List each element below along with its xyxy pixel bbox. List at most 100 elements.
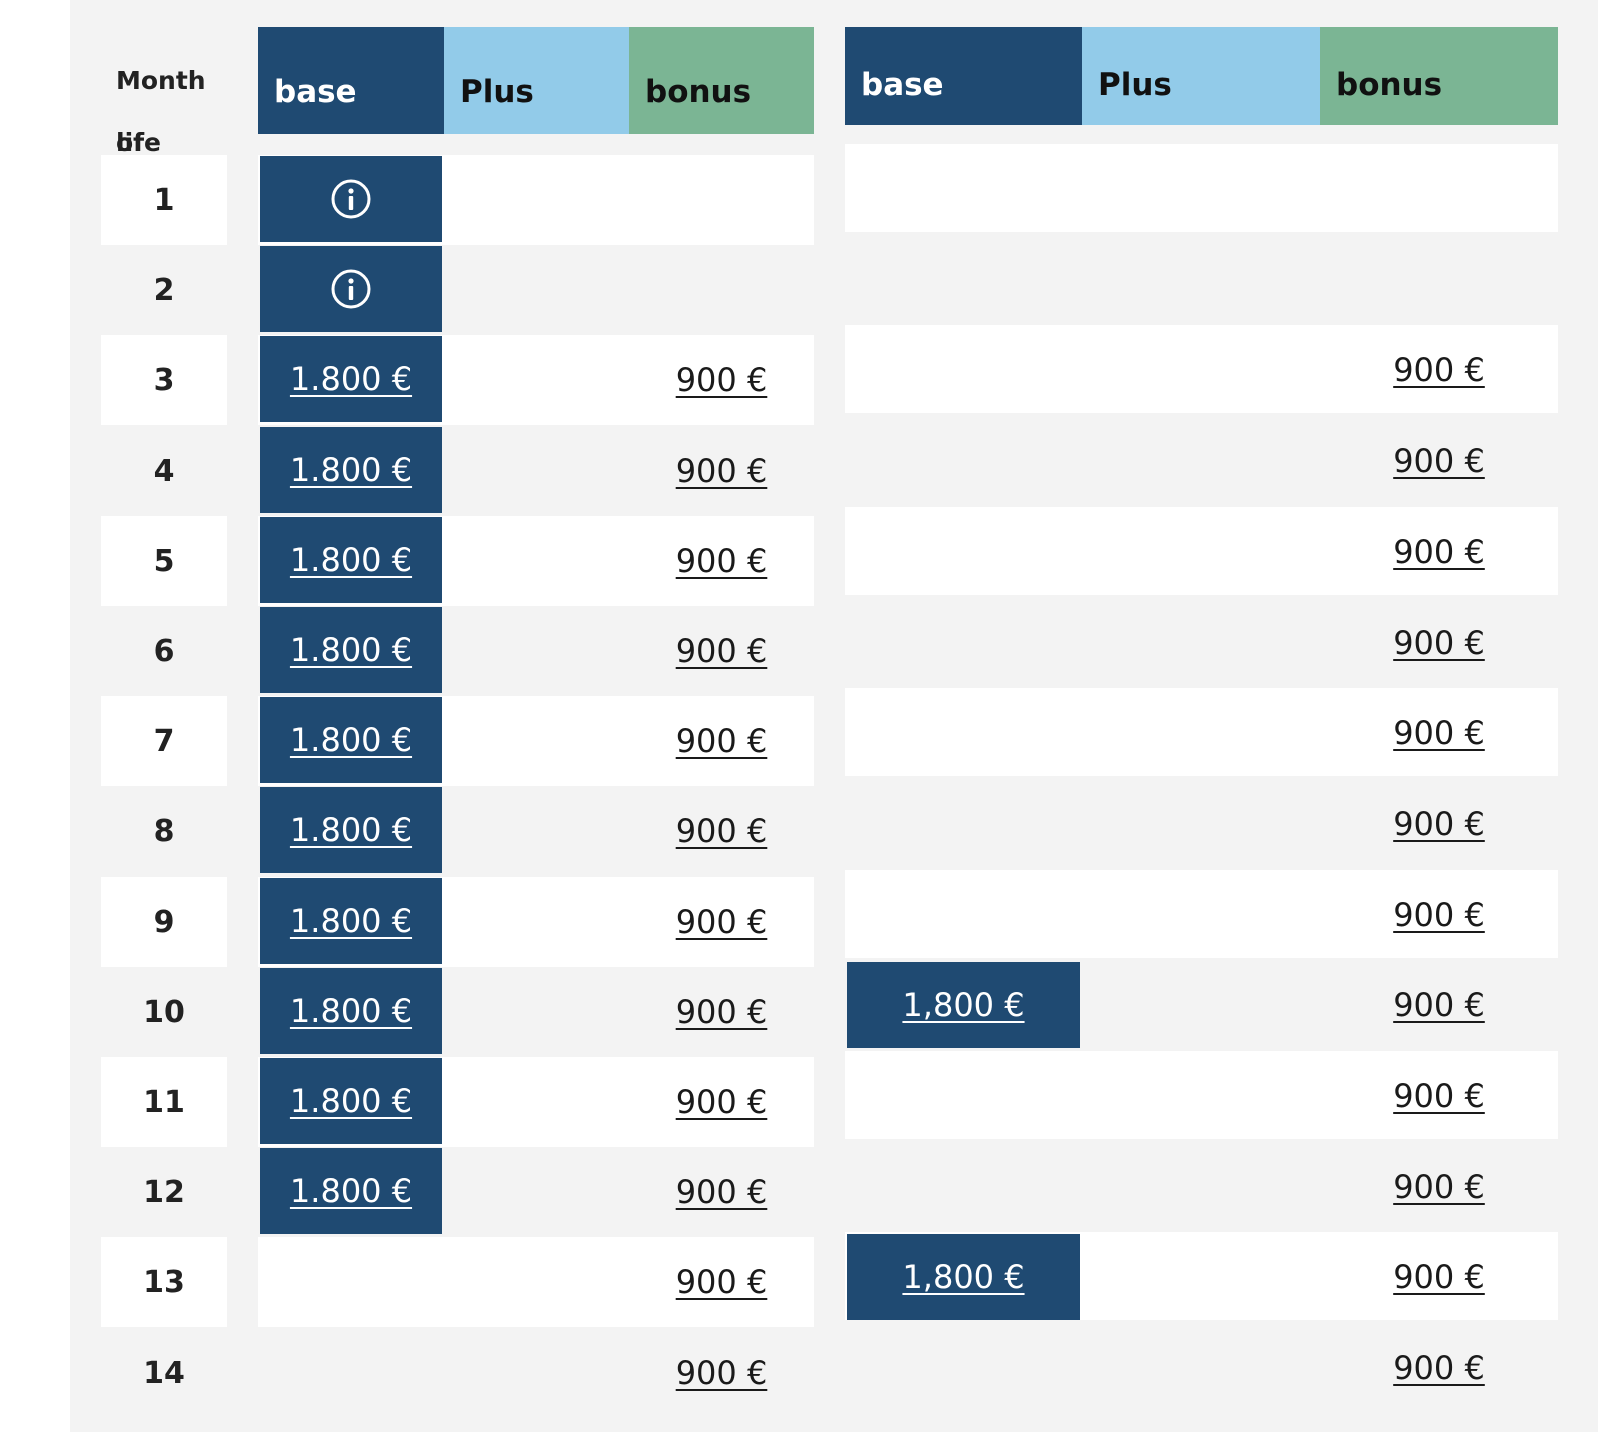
- bonus-amount-link[interactable]: 900 €: [1393, 442, 1485, 480]
- left-header-plus: Plus: [444, 27, 629, 134]
- month-number: 6: [153, 633, 175, 669]
- month-number: 10: [143, 994, 185, 1030]
- base-amount-link[interactable]: 1.800 €: [290, 451, 412, 489]
- left-base-cell: 1.800 €: [260, 878, 442, 964]
- info-icon[interactable]: [330, 178, 372, 220]
- left-base-cell: [260, 246, 442, 332]
- left-bonus-cell: 900 €: [629, 877, 814, 967]
- bonus-amount-link[interactable]: 900 €: [676, 1354, 768, 1392]
- month-cell-2: 2: [101, 245, 227, 335]
- month-number: 2: [153, 272, 175, 308]
- month-number: 5: [153, 543, 175, 579]
- bonus-amount-link[interactable]: 900 €: [676, 903, 768, 941]
- bonus-amount-link[interactable]: 900 €: [1393, 624, 1485, 662]
- month-number: 4: [153, 453, 175, 489]
- bonus-amount-link[interactable]: 900 €: [1393, 986, 1485, 1024]
- bonus-amount-link[interactable]: 900 €: [1393, 351, 1485, 389]
- month-number: 12: [143, 1174, 185, 1210]
- base-amount-link[interactable]: 1.800 €: [290, 1082, 412, 1120]
- right-bonus-cell: 900 €: [1320, 598, 1558, 688]
- month-number: 8: [153, 813, 175, 849]
- right-bonus-cell: 900 €: [1320, 325, 1558, 415]
- left-bonus-cell: 900 €: [629, 516, 814, 606]
- base-amount-link[interactable]: 1.800 €: [290, 1172, 412, 1210]
- left-bonus-cell: 900 €: [629, 335, 814, 425]
- info-icon[interactable]: [330, 268, 372, 310]
- month-cell-8: 8: [101, 786, 227, 876]
- page: Month of life base Plus bonus base Plus …: [0, 0, 1598, 1432]
- right-bonus-cell: 900 €: [1320, 1051, 1558, 1141]
- left-base-cell: 1.800 €: [260, 787, 442, 873]
- right-header-bonus-label: bonus: [1336, 67, 1443, 103]
- bonus-amount-link[interactable]: 900 €: [1393, 1349, 1485, 1387]
- right-bonus-cell: 900 €: [1320, 870, 1558, 960]
- month-cell-12: 12: [101, 1147, 227, 1237]
- bonus-amount-link[interactable]: 900 €: [1393, 1258, 1485, 1296]
- right-header-plus: Plus: [1082, 27, 1320, 125]
- base-amount-link[interactable]: 1.800 €: [290, 541, 412, 579]
- left-header-plus-label: Plus: [460, 73, 534, 110]
- bonus-amount-link[interactable]: 900 €: [1393, 714, 1485, 752]
- right-base-cell: 1,800 €: [847, 1234, 1080, 1320]
- bonus-amount-link[interactable]: 900 €: [676, 542, 768, 580]
- bonus-amount-link[interactable]: 900 €: [676, 1173, 768, 1211]
- month-number: 11: [143, 1084, 185, 1120]
- month-cell-14: 14: [101, 1328, 227, 1418]
- base-amount-link[interactable]: 1.800 €: [290, 631, 412, 669]
- right-bonus-cell: 900 €: [1320, 416, 1558, 506]
- month-number: 1: [153, 182, 175, 218]
- left-base-cell: 1.800 €: [260, 697, 442, 783]
- bonus-amount-link[interactable]: 900 €: [676, 1263, 768, 1301]
- month-cell-3: 3: [101, 335, 227, 425]
- month-number: 14: [143, 1355, 185, 1391]
- right-bonus-cell: 900 €: [1320, 779, 1558, 869]
- left-base-cell: 1.800 €: [260, 1148, 442, 1234]
- month-cell-1: 1: [101, 155, 227, 245]
- bonus-amount-link[interactable]: 900 €: [1393, 896, 1485, 934]
- bonus-amount-link[interactable]: 900 €: [1393, 1077, 1485, 1115]
- left-bonus-cell: 900 €: [629, 1147, 814, 1237]
- right-bonus-cell: 900 €: [1320, 1323, 1558, 1413]
- right-bonus-cell: 900 €: [1320, 960, 1558, 1050]
- right-header-bonus: bonus: [1320, 27, 1558, 125]
- base-amount-link[interactable]: 1.800 €: [290, 360, 412, 398]
- left-header-base-label: base: [274, 73, 357, 110]
- month-cell-7: 7: [101, 696, 227, 786]
- month-cell-13: 13: [101, 1237, 227, 1327]
- left-bonus-cell: 900 €: [629, 606, 814, 696]
- left-base-cell: 1.800 €: [260, 968, 442, 1054]
- left-bonus-cell: 900 €: [629, 696, 814, 786]
- right-row-band: [845, 144, 1558, 232]
- bonus-amount-link[interactable]: 900 €: [676, 361, 768, 399]
- base-amount-link[interactable]: 1,800 €: [902, 986, 1024, 1024]
- left-bonus-cell: 900 €: [629, 786, 814, 876]
- left-bonus-cell: 900 €: [629, 1328, 814, 1418]
- right-bonus-cell: 900 €: [1320, 688, 1558, 778]
- bonus-amount-link[interactable]: 900 €: [1393, 805, 1485, 843]
- bonus-amount-link[interactable]: 900 €: [676, 722, 768, 760]
- right-bonus-cell: 900 €: [1320, 1142, 1558, 1232]
- left-base-cell: 1.800 €: [260, 427, 442, 513]
- base-amount-link[interactable]: 1.800 €: [290, 902, 412, 940]
- right-bonus-cell: 900 €: [1320, 1232, 1558, 1322]
- bonus-amount-link[interactable]: 900 €: [1393, 533, 1485, 571]
- bonus-amount-link[interactable]: 900 €: [676, 1083, 768, 1121]
- bonus-amount-link[interactable]: 900 €: [1393, 1168, 1485, 1206]
- base-amount-link[interactable]: 1.800 €: [290, 992, 412, 1030]
- bonus-amount-link[interactable]: 900 €: [676, 993, 768, 1031]
- left-bonus-cell: 900 €: [629, 967, 814, 1057]
- base-amount-link[interactable]: 1,800 €: [902, 1258, 1024, 1296]
- left-header-bonus: bonus: [629, 27, 814, 134]
- left-base-cell: [260, 156, 442, 242]
- month-cell-6: 6: [101, 606, 227, 696]
- month-number: 7: [153, 723, 175, 759]
- base-amount-link[interactable]: 1.800 €: [290, 721, 412, 759]
- month-cell-4: 4: [101, 426, 227, 516]
- month-cell-5: 5: [101, 516, 227, 606]
- bonus-amount-link[interactable]: 900 €: [676, 632, 768, 670]
- left-base-cell: 1.800 €: [260, 1058, 442, 1144]
- month-number: 3: [153, 362, 175, 398]
- bonus-amount-link[interactable]: 900 €: [676, 452, 768, 490]
- bonus-amount-link[interactable]: 900 €: [676, 812, 768, 850]
- base-amount-link[interactable]: 1.800 €: [290, 811, 412, 849]
